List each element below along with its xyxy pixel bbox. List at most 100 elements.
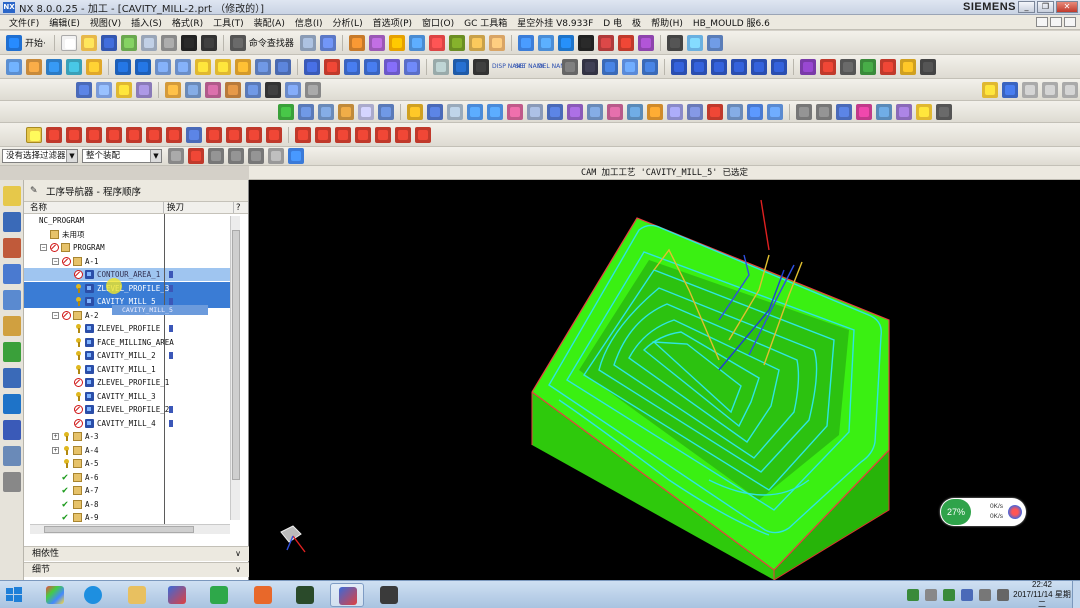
three-axis-icon[interactable] (671, 58, 687, 75)
menu-item-13[interactable]: D 电 (598, 16, 627, 29)
gem-icon[interactable] (800, 58, 816, 75)
type-filter-dropdown[interactable]: 没有选择过滤器 ▼ (2, 149, 78, 163)
taskbar-nx[interactable] (160, 583, 194, 607)
tree-row[interactable]: CAVITY_MILL_2 (24, 349, 230, 362)
expand-icon[interactable]: + (52, 446, 59, 454)
rectangle-icon[interactable] (146, 126, 162, 143)
list-icon[interactable] (344, 58, 360, 75)
feature-14-icon[interactable] (547, 103, 563, 120)
select-face-icon[interactable] (248, 148, 264, 164)
details-panel[interactable]: 细节 ∨ (24, 562, 249, 577)
tree-row[interactable]: − PROGRAM (24, 241, 230, 254)
menu-item-16[interactable]: HB_MOULD 服6.6 (688, 16, 775, 29)
cube-icon[interactable] (557, 34, 574, 51)
program-view-icon[interactable] (115, 58, 131, 75)
pencil-icon[interactable] (388, 34, 405, 51)
n-axis-icon[interactable] (711, 58, 727, 75)
tray-ime-icon[interactable] (997, 589, 1009, 601)
menu-item-4[interactable]: 格式(R) (167, 16, 208, 29)
layer-icon[interactable] (517, 34, 534, 51)
set-name-button[interactable]: SET NAME (515, 63, 546, 70)
menu-item-0[interactable]: 文件(F) (4, 16, 44, 29)
machine-view-icon[interactable] (135, 58, 151, 75)
doc-close-button[interactable] (1064, 17, 1076, 27)
command-finder-icon[interactable] (229, 34, 246, 51)
tree-row[interactable]: CAVITY_MILL_4 (24, 417, 230, 430)
doc-restore-button[interactable] (1050, 17, 1062, 27)
tree-row[interactable]: ✔ A-7 (24, 484, 230, 497)
feature-3-icon[interactable] (318, 103, 334, 120)
radius-icon[interactable] (375, 126, 391, 143)
grey-box3-icon[interactable] (1062, 81, 1078, 98)
shape-icon[interactable] (637, 34, 654, 51)
bomb-icon[interactable] (820, 58, 836, 75)
feature-19-icon[interactable] (647, 103, 663, 120)
replay-icon[interactable] (215, 58, 231, 75)
dimension-icon[interactable] (335, 126, 351, 143)
chamfer-icon[interactable] (126, 126, 142, 143)
check-icon[interactable] (278, 103, 294, 120)
shade-icon[interactable] (577, 34, 594, 51)
menu-item-11[interactable]: GC 工具箱 (459, 16, 512, 29)
circle-icon[interactable] (936, 103, 952, 120)
menu-item-12[interactable]: 星空外挂 V8.933F (512, 16, 598, 29)
draw-icon[interactable] (622, 58, 638, 75)
blue-grid-icon[interactable] (1002, 81, 1018, 98)
point-icon[interactable] (295, 126, 311, 143)
feature-28-icon[interactable] (836, 103, 852, 120)
shop-doc-icon[interactable] (304, 58, 320, 75)
menu-item-5[interactable]: 工具(T) (208, 16, 249, 29)
menu-item-14[interactable]: 极 (627, 16, 646, 29)
link-icon[interactable] (228, 148, 244, 164)
postprocess-icon[interactable] (275, 58, 291, 75)
perimeter-icon[interactable] (415, 126, 431, 143)
fillet-icon[interactable] (106, 126, 122, 143)
assembly-nav-icon[interactable] (3, 186, 21, 206)
web-browser-icon[interactable] (3, 368, 21, 388)
hexagon-icon[interactable] (816, 103, 832, 120)
tree-row[interactable]: ✔ A-8 (24, 498, 230, 511)
sketch-mode-icon[interactable] (26, 126, 42, 143)
feature-13-icon[interactable] (527, 103, 543, 120)
trim-icon[interactable] (206, 126, 222, 143)
polygon-icon[interactable] (166, 126, 182, 143)
tree-row[interactable]: ZLEVEL_PROFILE_3 (24, 281, 230, 295)
machine-icon[interactable] (136, 81, 152, 98)
save-icon[interactable] (100, 34, 117, 51)
accelerate-icon[interactable] (1008, 505, 1022, 519)
frame-icon[interactable] (771, 58, 787, 75)
tray-display-icon[interactable] (979, 589, 991, 601)
feature-22-icon[interactable] (707, 103, 723, 120)
arc-icon[interactable] (66, 126, 82, 143)
taskbar-ie[interactable] (76, 583, 110, 607)
grey-box-icon[interactable] (1022, 81, 1038, 98)
create-method-icon[interactable] (66, 58, 82, 75)
undo-icon[interactable] (200, 34, 217, 51)
history-icon[interactable] (3, 342, 21, 362)
eye-icon[interactable] (582, 58, 598, 75)
feature-10-icon[interactable] (467, 103, 483, 120)
offset-icon[interactable] (186, 126, 202, 143)
analysis-icon[interactable] (368, 34, 385, 51)
system-materials-icon[interactable] (3, 472, 21, 492)
reset-filter-icon[interactable] (168, 148, 184, 164)
paste-icon[interactable] (160, 34, 177, 51)
command-finder-button[interactable]: 命令查找器 (249, 36, 294, 49)
taskbar-app-tool[interactable] (372, 583, 406, 607)
operation-nav-icon[interactable] (3, 264, 21, 284)
tree-row[interactable]: CONTOUR_AREA_1 (24, 268, 230, 281)
taskbar-app-green[interactable] (288, 583, 322, 607)
collapse-icon[interactable]: − (52, 257, 59, 265)
menu-item-7[interactable]: 信息(I) (290, 16, 328, 29)
clock-nav-icon[interactable] (3, 420, 21, 440)
constraint-icon[interactable] (315, 126, 331, 143)
del-name-button[interactable]: DEL NAME (538, 63, 569, 70)
block-icon[interactable] (597, 34, 614, 51)
column-tool-change[interactable]: 换刀 (164, 202, 234, 213)
corner-icon[interactable] (731, 58, 747, 75)
taskbar-explorer[interactable] (120, 583, 154, 607)
tree-row[interactable]: CAVITY_MILL_3 (24, 390, 230, 403)
sketch-icon[interactable] (488, 34, 505, 51)
feature-18-icon[interactable] (627, 103, 643, 120)
feature-2-icon[interactable] (298, 103, 314, 120)
